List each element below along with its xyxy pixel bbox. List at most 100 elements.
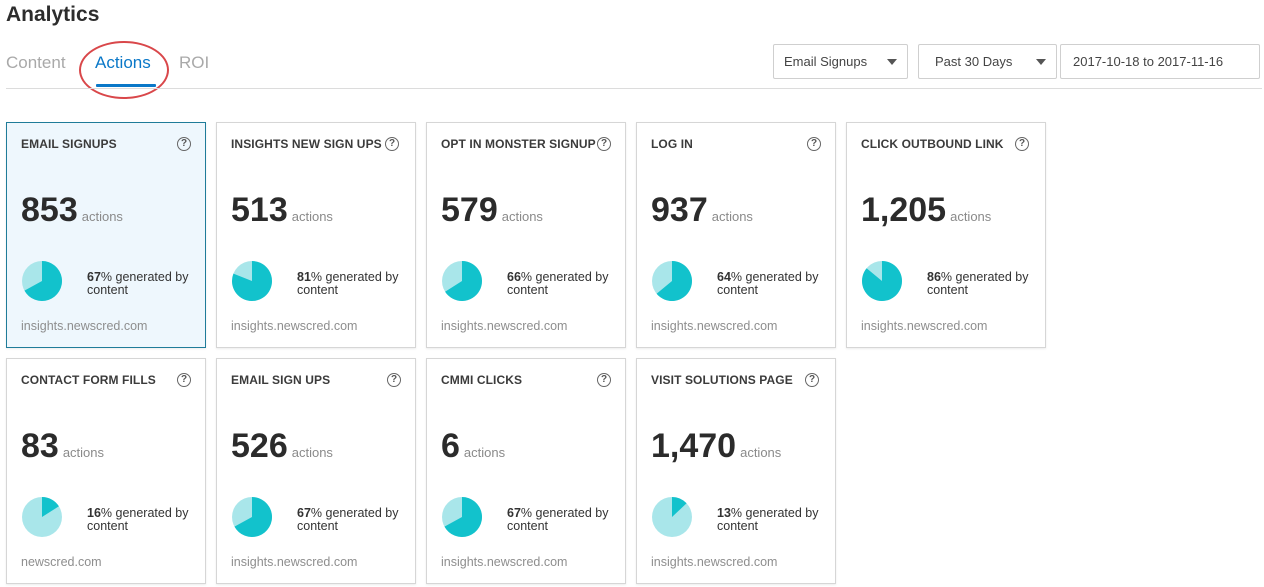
action-card[interactable]: VISIT SOLUTIONS PAGE? 1,470 actions 13% gen…	[636, 358, 836, 584]
action-count: 83 actions	[21, 427, 104, 466]
help-icon[interactable]: ?	[597, 373, 611, 387]
action-card[interactable]: EMAIL SIGNUPS? 853 actions 67% generated by…	[6, 122, 206, 348]
date-range-field[interactable]: 2017-10-18 to 2017-11-16	[1060, 44, 1260, 79]
content-share-pie	[652, 261, 692, 301]
action-card[interactable]: OPT IN MONSTER SIGNUP? 579 actions 66% gene…	[426, 122, 626, 348]
action-count-value: 6	[441, 427, 460, 465]
action-card[interactable]: EMAIL SIGN UPS? 526 actions 67% generated b…	[216, 358, 416, 584]
card-domain: insights.newscred.com	[651, 555, 778, 569]
action-count-value: 937	[651, 191, 708, 229]
content-share-label: % generated by content	[87, 506, 189, 533]
action-count-unit: actions	[62, 445, 105, 460]
time-range-select-value: Past 30 Days	[935, 54, 1013, 69]
action-count-unit: actions	[740, 445, 782, 460]
content-share-pie	[232, 497, 272, 537]
card-title: CONTACT FORM FILLS	[21, 373, 156, 387]
content-share-label: % generated by content	[507, 270, 609, 297]
content-share-label: % generated by content	[717, 270, 819, 297]
card-title: VISIT SOLUTIONS PAGE	[651, 373, 793, 387]
header-divider	[6, 88, 1262, 89]
action-count-unit: actions	[463, 445, 506, 460]
content-share-text: 13% generated by content	[717, 507, 833, 533]
card-title: CMMI CLICKS	[441, 373, 523, 387]
content-share-percent: 16	[87, 506, 101, 520]
card-title: EMAIL SIGNUPS	[21, 137, 117, 151]
card-domain: insights.newscred.com	[651, 319, 778, 333]
content-share-pie	[22, 261, 62, 301]
card-domain: newscred.com	[21, 555, 102, 569]
action-count-value: 526	[231, 427, 288, 465]
content-share-pie	[232, 261, 272, 301]
content-share-pie	[652, 497, 692, 537]
action-count-unit: actions	[291, 209, 333, 224]
chevron-down-icon	[887, 58, 897, 65]
action-count-value: 579	[441, 191, 498, 229]
card-domain: insights.newscred.com	[441, 319, 568, 333]
action-card[interactable]: CLICK OUTBOUND LINK? 1,205 actions 86% gene…	[846, 122, 1046, 348]
help-icon[interactable]: ?	[805, 373, 819, 387]
action-count-unit: actions	[291, 445, 333, 460]
content-share-label: % generated by content	[507, 506, 609, 533]
card-domain: insights.newscred.com	[21, 319, 148, 333]
action-count: 1,205 actions	[861, 191, 991, 230]
content-share-percent: 13	[717, 506, 731, 520]
date-range-value: 2017-10-18 to 2017-11-16	[1073, 54, 1224, 69]
action-count-unit: actions	[950, 209, 992, 224]
card-title: CLICK OUTBOUND LINK	[861, 137, 1004, 151]
action-count-unit: actions	[81, 209, 123, 224]
action-count: 6 actions	[441, 427, 505, 466]
action-count-unit: actions	[501, 209, 543, 224]
content-share-text: 67% generated by content	[507, 507, 623, 533]
action-count-value: 853	[21, 191, 78, 229]
help-icon[interactable]: ?	[385, 137, 399, 151]
card-title: EMAIL SIGN UPS	[231, 373, 331, 387]
content-share-text: 64% generated by content	[717, 271, 833, 297]
action-card[interactable]: INSIGHTS NEW SIGN UPS? 513 actions 81% gene…	[216, 122, 416, 348]
card-domain: insights.newscred.com	[231, 319, 358, 333]
action-count-value: 1,470	[651, 427, 737, 465]
time-range-select[interactable]: Past 30 Days	[918, 44, 1057, 79]
content-share-label: % generated by content	[297, 506, 399, 533]
help-icon[interactable]: ?	[807, 137, 821, 151]
content-share-text: 81% generated by content	[297, 271, 413, 297]
help-icon[interactable]: ?	[387, 373, 401, 387]
content-share-percent: 81	[297, 270, 311, 284]
content-share-percent: 67	[87, 270, 101, 284]
action-count: 1,470 actions	[651, 427, 781, 466]
action-count-unit: actions	[711, 209, 753, 224]
action-count: 937 actions	[651, 191, 753, 230]
action-card[interactable]: CMMI CLICKS? 6 actions 67% generated by con…	[426, 358, 626, 584]
content-share-percent: 64	[717, 270, 731, 284]
action-count: 526 actions	[231, 427, 333, 466]
content-share-pie	[862, 261, 902, 301]
action-card[interactable]: LOG IN? 937 actions 64% generated by conten…	[636, 122, 836, 348]
action-type-select[interactable]: Email Signups	[773, 44, 908, 79]
action-type-select-value: Email Signups	[784, 54, 868, 69]
action-count: 513 actions	[231, 191, 333, 230]
content-share-label: % generated by content	[87, 270, 189, 297]
action-card[interactable]: CONTACT FORM FILLS? 83 actions 16% generate…	[6, 358, 206, 584]
card-domain: insights.newscred.com	[861, 319, 988, 333]
content-share-label: % generated by content	[297, 270, 399, 297]
help-icon[interactable]: ?	[597, 137, 611, 151]
action-count-value: 513	[231, 191, 288, 229]
card-title: OPT IN MONSTER SIGNUP	[441, 137, 596, 151]
card-title: INSIGHTS NEW SIGN UPS	[231, 137, 382, 151]
page-title: Analytics	[6, 3, 100, 26]
content-share-pie	[442, 497, 482, 537]
content-share-text: 67% generated by content	[87, 271, 203, 297]
content-share-text: 67% generated by content	[297, 507, 413, 533]
action-count-value: 1,205	[861, 191, 947, 229]
content-share-percent: 86	[927, 270, 941, 284]
annotation-ellipse	[79, 41, 169, 99]
tab-content[interactable]: Content	[6, 53, 66, 73]
action-count: 579 actions	[441, 191, 543, 230]
content-share-pie	[442, 261, 482, 301]
help-icon[interactable]: ?	[1015, 137, 1029, 151]
help-icon[interactable]: ?	[177, 137, 191, 151]
tab-roi[interactable]: ROI	[179, 53, 209, 73]
content-share-percent: 67	[507, 506, 521, 520]
card-domain: insights.newscred.com	[441, 555, 568, 569]
help-icon[interactable]: ?	[177, 373, 191, 387]
content-share-pie	[22, 497, 62, 537]
